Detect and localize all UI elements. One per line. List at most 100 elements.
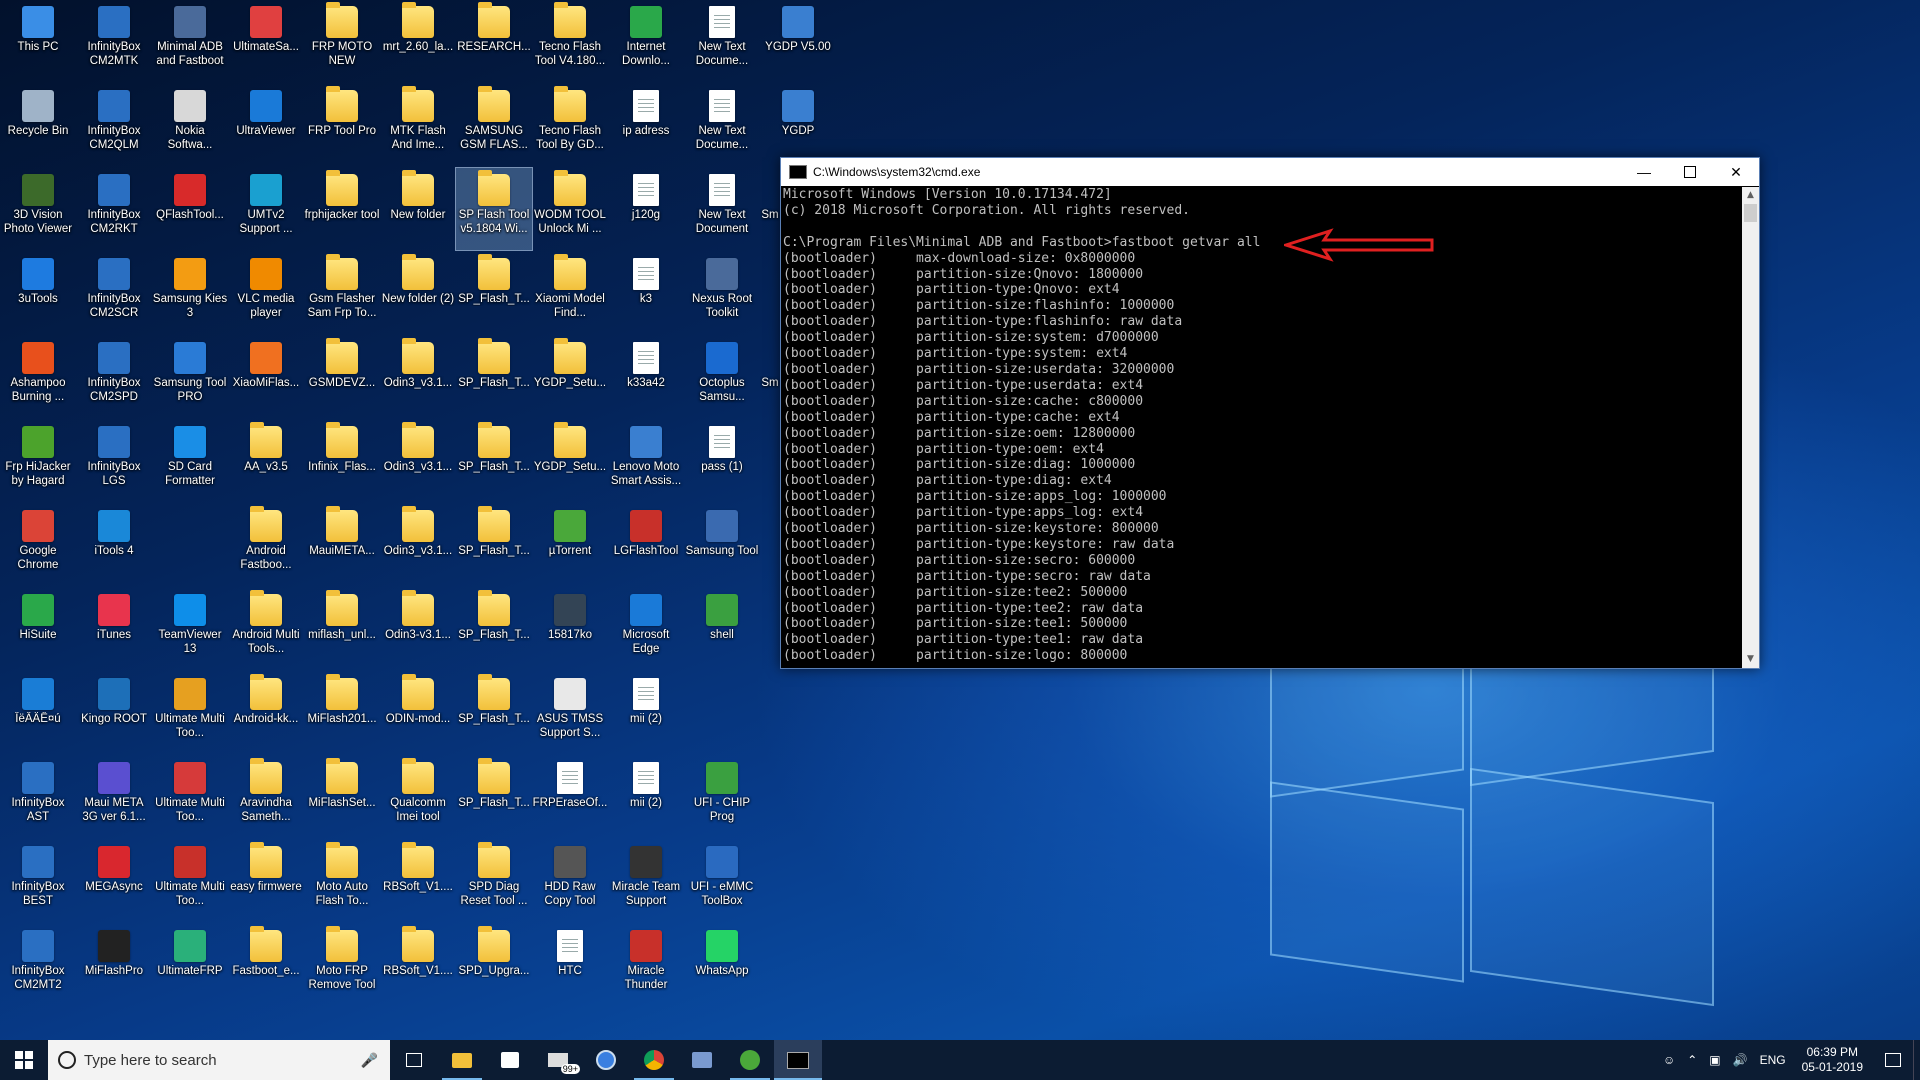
desktop-icon[interactable]: iTunes [76,588,152,670]
utorrent-taskbar-button[interactable] [726,1040,774,1080]
desktop-icon[interactable]: WhatsApp [684,924,760,1006]
desktop-icon[interactable]: 3uTools [0,252,76,334]
desktop-icon[interactable]: miflash_unl... [304,588,380,670]
desktop-icon[interactable]: mrt_2.60_la... [380,0,456,82]
network-icon[interactable]: ▣ [1703,1053,1726,1067]
desktop-icon[interactable]: SPD_Upgra... [456,924,532,1006]
desktop-icon[interactable]: Gsm Flasher Sam Frp To... [304,252,380,334]
desktop-icon[interactable]: InfinityBox CM2SCR [76,252,152,334]
desktop-icon[interactable]: mii (2) [608,756,684,838]
desktop-icon[interactable]: SP_Flash_T... [456,252,532,334]
show-desktop-button[interactable] [1913,1040,1920,1080]
scroll-down-icon[interactable]: ▼ [1742,651,1759,668]
desktop-icon[interactable]: SAMSUNG GSM FLAS... [456,84,532,166]
action-center-button[interactable] [1873,1040,1913,1080]
desktop-icon[interactable]: Frp HiJacker by Hagard [0,420,76,502]
desktop-icon[interactable]: Lenovo Moto Smart Assis... [608,420,684,502]
desktop-icon[interactable]: Android-kk... [228,672,304,754]
desktop-icon[interactable]: 15817ko [532,588,608,670]
desktop-icon[interactable]: Minimal ADB and Fastboot [152,0,228,82]
desktop-icon[interactable]: FRP MOTO NEW [304,0,380,82]
task-view-button[interactable] [390,1040,438,1080]
desktop-icon[interactable]: ODIN-mod... [380,672,456,754]
taskbar-search-box[interactable]: Type here to search 🎤 [48,1040,390,1080]
desktop-icon[interactable]: frphijacker tool [304,168,380,250]
desktop-icon[interactable]: SD Card Formatter [152,420,228,502]
desktop-icon[interactable]: New folder [380,168,456,250]
desktop-icon[interactable]: Odin3-v3.1... [380,588,456,670]
start-button[interactable] [0,1040,48,1080]
desktop-icon[interactable]: XiaoMiFlas... [228,336,304,418]
desktop-icon[interactable]: InfinityBox BEST [0,840,76,922]
store-button[interactable] [486,1040,534,1080]
scroll-up-icon[interactable]: ▲ [1742,187,1759,204]
desktop-icon[interactable]: YGDP [760,84,836,166]
desktop-icon[interactable]: MEGAsync [76,840,152,922]
desktop-icon[interactable]: MiFlash201... [304,672,380,754]
desktop-icon[interactable]: Sm [760,168,780,250]
desktop-icon[interactable]: SP Flash Tool v5.1804 Wi... [455,167,533,251]
desktop-icon[interactable]: Qualcomm Imei tool [380,756,456,838]
desktop-icon[interactable]: UFI - CHIP Prog [684,756,760,838]
clock[interactable]: 06:39 PM 05-01-2019 [1792,1045,1873,1075]
cortana-button[interactable] [582,1040,630,1080]
desktop-icon[interactable]: This PC [0,0,76,82]
desktop-icon[interactable]: Fastboot_e... [228,924,304,1006]
desktop-icon[interactable]: Google Chrome [0,504,76,586]
desktop-icon[interactable]: Odin3_v3.1... [380,336,456,418]
desktop-icon[interactable]: j120g [608,168,684,250]
desktop-icon[interactable]: ASUS TMSS Support S... [532,672,608,754]
desktop-icon[interactable]: µTorrent [532,504,608,586]
desktop-icon[interactable]: easy firmwere [228,840,304,922]
desktop-icon[interactable]: HiSuite [0,588,76,670]
cmd-titlebar[interactable]: C:\Windows\system32\cmd.exe — ✕ [781,158,1759,186]
desktop-icon[interactable]: SP_Flash_T... [456,672,532,754]
desktop-icon[interactable]: HDD Raw Copy Tool [532,840,608,922]
desktop-icon[interactable]: AA_v3.5 [228,420,304,502]
desktop-icon[interactable]: Moto FRP Remove Tool [304,924,380,1006]
desktop-icon[interactable]: MTK Flash And Ime... [380,84,456,166]
app-taskbar-button[interactable] [678,1040,726,1080]
desktop-icon[interactable]: Miracle Thunder [608,924,684,1006]
desktop-icon[interactable]: RBSoft_V1.... [380,840,456,922]
desktop-icon[interactable]: MiFlashSet... [304,756,380,838]
desktop-icon[interactable]: UFI - eMMC ToolBox [684,840,760,922]
desktop-icon[interactable]: InfinityBox CM2RKT [76,168,152,250]
desktop-icon[interactable]: Internet Downlo... [608,0,684,82]
desktop-icon[interactable]: MauiMETA... [304,504,380,586]
desktop-icon[interactable]: Moto Auto Flash To... [304,840,380,922]
desktop-icon[interactable]: Ultimate Multi Too... [152,672,228,754]
scroll-thumb[interactable] [1744,204,1757,222]
console-scrollbar[interactable]: ▲ ▼ [1742,187,1759,668]
desktop-icon[interactable]: RESEARCH... [456,0,532,82]
desktop-icon[interactable]: Samsung Kies 3 [152,252,228,334]
file-explorer-button[interactable] [438,1040,486,1080]
desktop-icon[interactable]: Odin3_v3.1... [380,504,456,586]
desktop-icon[interactable]: Ashampoo Burning ... [0,336,76,418]
microphone-icon[interactable]: 🎤 [361,1052,378,1069]
desktop-icon[interactable]: New folder (2) [380,252,456,334]
people-icon[interactable]: ☺ [1657,1053,1681,1067]
language-indicator[interactable]: ENG [1754,1053,1792,1067]
desktop-icon[interactable]: Infinix_Flas... [304,420,380,502]
desktop-icon[interactable]: FRP Tool Pro [304,84,380,166]
mail-button[interactable]: 99+ [534,1040,582,1080]
desktop-icon[interactable]: k33a42 [608,336,684,418]
desktop-icon[interactable]: SP_Flash_T... [456,420,532,502]
desktop-icon[interactable]: Maui META 3G ver 6.1... [76,756,152,838]
volume-icon[interactable]: 🔊 [1727,1053,1754,1067]
desktop-icon[interactable]: Android Multi Tools... [228,588,304,670]
desktop-icon[interactable]: Samsung Tool [684,504,760,586]
desktop-icon[interactable]: Sm [760,336,780,418]
desktop-icon[interactable]: Miracle Team Support [608,840,684,922]
desktop-icon[interactable]: GSMDEVZ... [304,336,380,418]
desktop-icon[interactable]: New Text Docume... [684,0,760,82]
desktop-icon[interactable]: Octoplus Samsu... [684,336,760,418]
close-button[interactable]: ✕ [1713,158,1759,186]
desktop-icon[interactable]: YGDP_Setu... [532,420,608,502]
desktop-icon[interactable]: YGDP V5.00 [760,0,836,82]
desktop-icon[interactable]: SP_Flash_T... [456,504,532,586]
desktop-icon[interactable]: Android Fastboo... [228,504,304,586]
desktop-icon[interactable]: InfinityBox LGS [76,420,152,502]
desktop-icon[interactable]: InfinityBox CM2SPD [76,336,152,418]
